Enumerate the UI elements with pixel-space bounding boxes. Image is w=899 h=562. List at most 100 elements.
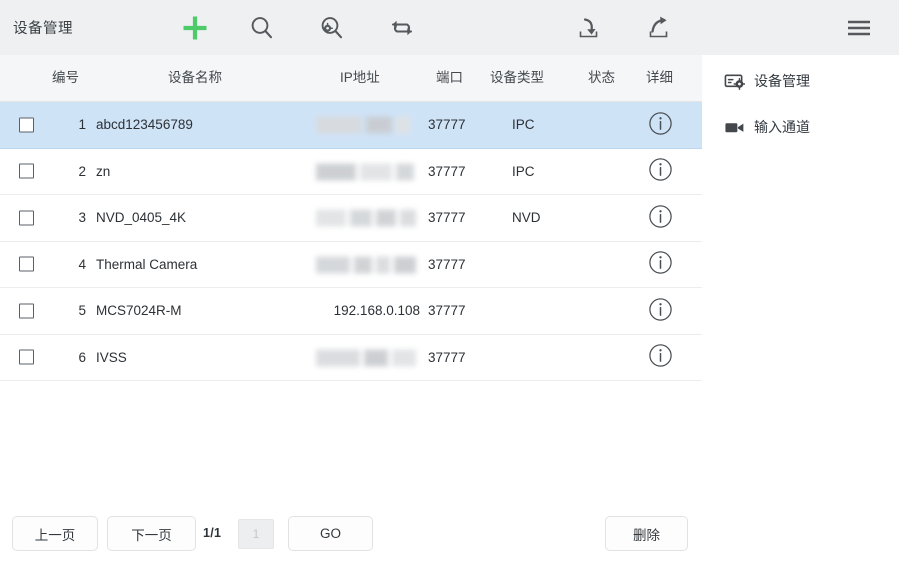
add-device-button[interactable] <box>168 0 222 55</box>
column-header-no: 编号 <box>52 70 79 85</box>
redacted-ip-overlay <box>316 209 420 227</box>
row-checkbox[interactable] <box>19 210 34 226</box>
advanced-search-button[interactable] <box>308 0 356 55</box>
device-table-body: 1 abcd123456789 37777 IPC 2 zn 37777 IPC 3 NVD_04… <box>0 102 702 398</box>
detail-info-button[interactable] <box>648 204 673 232</box>
import-icon <box>572 13 602 43</box>
info-icon <box>648 251 673 278</box>
device-ip-cell <box>316 242 420 289</box>
device-type-cell: IPC <box>512 117 535 132</box>
row-index-cell: 4 <box>78 256 86 272</box>
row-checkbox[interactable] <box>19 303 34 319</box>
search-button[interactable] <box>238 0 286 55</box>
export-button[interactable] <box>634 0 682 55</box>
row-checkbox-cell <box>19 117 34 133</box>
redacted-ip-overlay <box>316 349 420 367</box>
table-row[interactable]: 5 MCS7024R-M 192.168.0.108 37777 <box>0 288 702 335</box>
row-checkbox-cell <box>19 210 34 226</box>
refresh-button[interactable] <box>378 0 426 55</box>
page-indicator: 1/1 <box>203 526 222 540</box>
page-number-input[interactable] <box>238 519 274 549</box>
info-icon <box>648 344 673 371</box>
device-type-cell: NVD <box>512 210 541 225</box>
device-port-cell: 37777 <box>428 210 466 225</box>
device-port-cell: 37777 <box>428 349 466 365</box>
menu-icon <box>845 16 873 40</box>
row-checkbox[interactable] <box>19 256 34 272</box>
import-button[interactable] <box>563 0 611 55</box>
sidebar-item-label: 设备管理 <box>754 73 810 89</box>
detail-info-button[interactable] <box>648 250 673 278</box>
table-row[interactable]: 3 NVD_0405_4K 37777 NVD <box>0 195 702 242</box>
detail-info-button[interactable] <box>648 297 673 325</box>
add-icon <box>180 13 210 43</box>
bottom-pagination-bar: 上一页 下一页 1/1 GO 删除 <box>0 505 899 562</box>
row-index-cell: 2 <box>78 163 86 179</box>
row-checkbox[interactable] <box>19 163 34 179</box>
row-checkbox-cell <box>19 256 34 272</box>
advanced-search-icon <box>318 14 346 42</box>
row-checkbox-cell <box>19 303 34 319</box>
row-checkbox-cell <box>19 349 34 365</box>
right-side-panel: 设备管理 输入通道 <box>702 55 899 562</box>
search-icon <box>248 14 276 42</box>
table-row[interactable]: 4 Thermal Camera 37777 <box>0 241 702 289</box>
device-name-cell: IVSS <box>96 349 127 365</box>
next-page-button[interactable]: 下一页 <box>107 516 196 551</box>
column-header-type: 设备类型 <box>490 70 544 85</box>
device-name-cell: MCS7024R-M <box>96 303 182 318</box>
device-name-cell: zn <box>96 163 111 179</box>
device-port-cell: 37777 <box>428 256 466 272</box>
page-title: 设备管理 <box>13 21 73 37</box>
device-name-cell: abcd123456789 <box>96 117 193 132</box>
delete-button[interactable]: 删除 <box>605 516 688 551</box>
device-type-cell: IPC <box>512 163 535 179</box>
hamburger-menu-button[interactable] <box>836 0 882 55</box>
device-name-cell: NVD_0405_4K <box>96 210 187 225</box>
info-icon <box>648 205 673 232</box>
redacted-ip-overlay <box>316 116 420 134</box>
device-ip-cell <box>316 102 420 149</box>
device-port-cell: 37777 <box>428 117 466 132</box>
device-manage-icon <box>724 71 745 92</box>
row-checkbox-cell <box>19 163 34 179</box>
go-button[interactable]: GO <box>288 516 373 551</box>
export-icon <box>643 13 673 43</box>
sidebar-item-label: 输入通道 <box>754 119 810 135</box>
row-checkbox[interactable] <box>19 349 34 365</box>
column-header-ip: IP地址 <box>340 70 380 85</box>
top-toolbar: 设备管理 <box>0 0 899 55</box>
table-header-row: 编号 设备名称 IP地址 端口 设备类型 状态 详细 <box>0 55 702 102</box>
video-camera-icon <box>724 117 745 138</box>
redacted-ip-overlay <box>316 256 420 274</box>
sidebar-item-input-channel[interactable]: 输入通道 <box>724 114 810 140</box>
column-header-name: 设备名称 <box>168 70 222 85</box>
device-ip-cell <box>316 335 420 382</box>
info-icon <box>648 112 673 139</box>
device-ip-cell <box>316 149 420 196</box>
info-icon <box>648 158 673 185</box>
detail-info-button[interactable] <box>648 343 673 371</box>
detail-info-button[interactable] <box>648 157 673 185</box>
device-ip-cell <box>316 195 420 242</box>
column-header-port: 端口 <box>436 70 463 85</box>
previous-page-button[interactable]: 上一页 <box>12 516 98 551</box>
column-header-detail: 详细 <box>646 70 673 85</box>
row-index-cell: 3 <box>78 210 86 225</box>
row-checkbox[interactable] <box>19 117 34 133</box>
table-row[interactable]: 6 IVSS 37777 <box>0 334 702 382</box>
row-index-cell: 5 <box>78 303 86 318</box>
table-row[interactable]: 2 zn 37777 IPC <box>0 148 702 196</box>
detail-info-button[interactable] <box>648 111 673 139</box>
device-name-cell: Thermal Camera <box>96 256 198 272</box>
device-management-app: 设备管理 编号 设备名称 IP地址 端口 设备类型 状态 详细 1 abcd12… <box>0 0 899 562</box>
refresh-icon <box>388 14 416 42</box>
device-port-cell: 37777 <box>428 303 466 318</box>
info-icon <box>648 298 673 325</box>
redacted-ip-overlay <box>316 163 420 181</box>
row-index-cell: 1 <box>78 117 86 132</box>
sidebar-item-device-management[interactable]: 设备管理 <box>724 68 810 94</box>
table-row[interactable]: 1 abcd123456789 37777 IPC <box>0 102 702 149</box>
device-port-cell: 37777 <box>428 163 466 179</box>
row-index-cell: 6 <box>78 349 86 365</box>
